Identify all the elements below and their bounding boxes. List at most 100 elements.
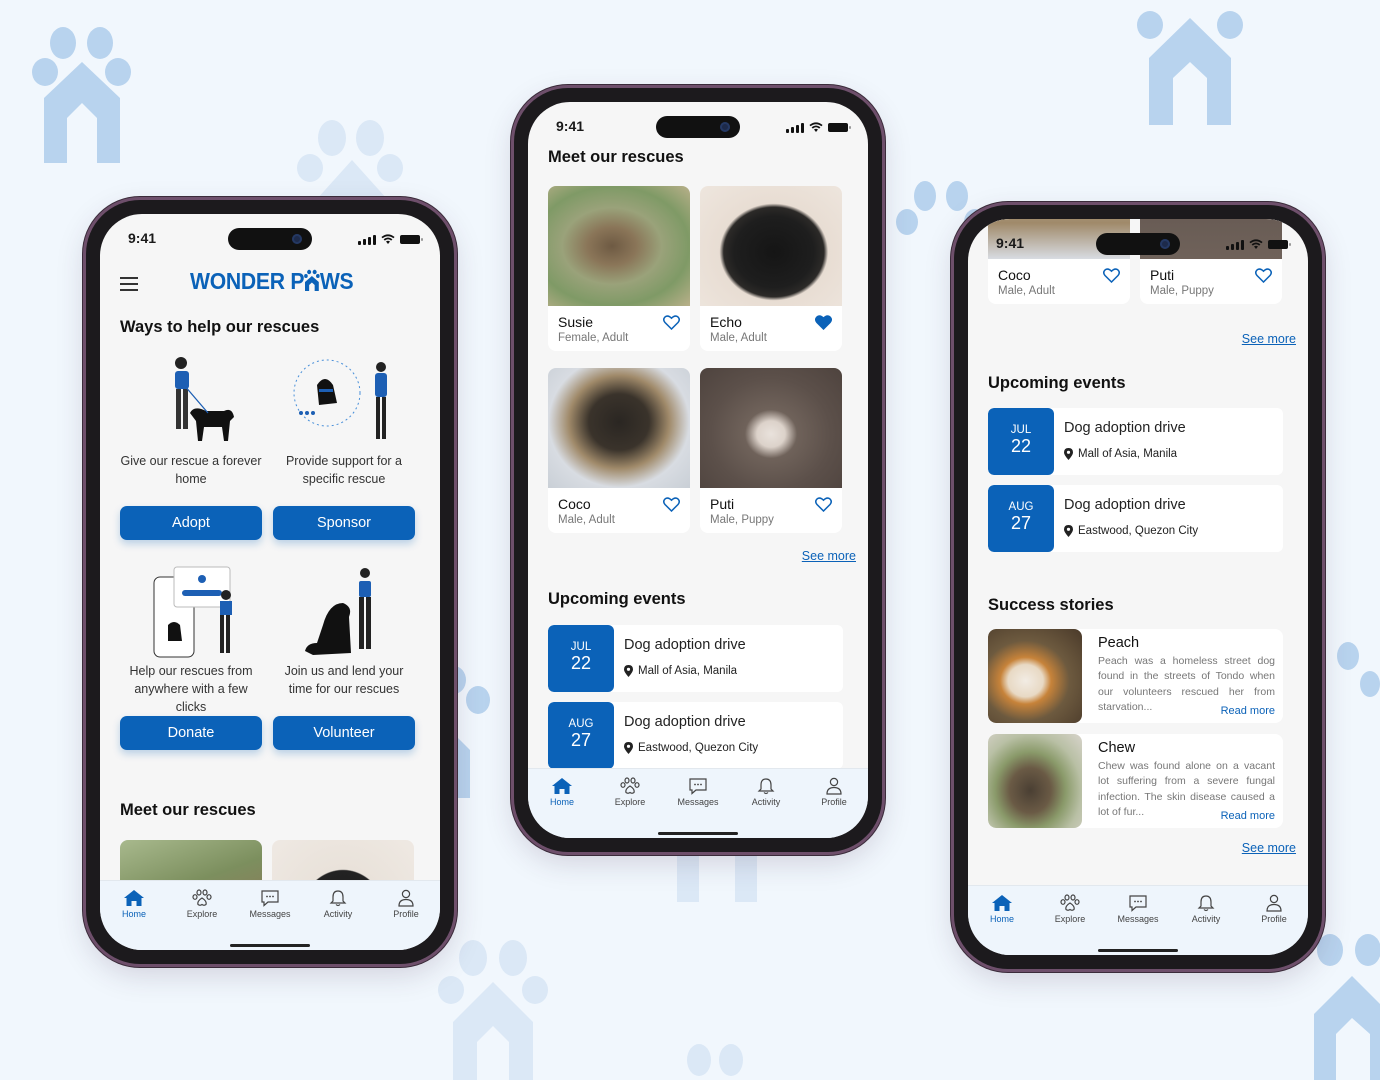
paw-house-bg-icon	[1137, 11, 1243, 125]
rescue-meta: Male, Puppy	[710, 514, 774, 526]
story-card[interactable]: Chew Chew was found alone on a vacant lo…	[988, 734, 1283, 828]
rescue-meta: Male, Adult	[998, 285, 1055, 297]
help-option-text: Provide support for a specific rescue	[285, 454, 403, 486]
nav-home[interactable]: Home	[104, 889, 164, 950]
rescue-card[interactable]: Puti Male, Puppy	[700, 368, 842, 533]
bell-icon	[1197, 895, 1215, 912]
rescue-card[interactable]: Puti Male, Puppy	[1140, 219, 1282, 304]
rescue-photo-susie	[548, 186, 690, 306]
message-icon	[689, 778, 707, 795]
nav-explore[interactable]: Explore	[600, 777, 660, 838]
section-title-meet-rescues: Meet our rescues	[120, 801, 256, 819]
nav-profile[interactable]: Profile	[1244, 894, 1304, 955]
section-title-success-stories: Success stories	[988, 596, 1114, 614]
event-card[interactable]: JUL 22 Dog adoption drive Mall of Asia, M…	[548, 625, 843, 692]
story-name: Peach	[1098, 635, 1140, 651]
rescue-card[interactable]: Echo Male, Adult	[700, 186, 842, 351]
rescue-name: Susie	[558, 314, 594, 330]
donate-button[interactable]: Donate	[120, 716, 262, 750]
nav-messages[interactable]: Messages	[240, 889, 300, 950]
story-photo-peach	[988, 629, 1082, 723]
message-icon	[261, 890, 279, 907]
nav-activity[interactable]: Activity	[1176, 894, 1236, 955]
rescue-meta: Male, Adult	[558, 514, 615, 526]
home-icon	[124, 890, 144, 906]
section-title-ways-to-help: Ways to help our rescues	[120, 318, 320, 336]
see-more-stories-link[interactable]: See more	[1242, 841, 1296, 855]
event-title: Dog adoption drive	[624, 714, 746, 730]
rescue-name: Echo	[710, 314, 742, 330]
sponsor-illustration	[273, 352, 415, 452]
status-time: 9:41	[996, 235, 1025, 251]
event-date-badge: JUL 22	[988, 408, 1054, 475]
paw-a-icon	[304, 269, 320, 291]
story-name: Chew	[1098, 740, 1136, 756]
rescue-card[interactable]: Coco Male, Adult	[988, 219, 1130, 304]
heart-outline-icon[interactable]	[1255, 268, 1272, 283]
battery-icon	[1268, 240, 1291, 249]
heart-outline-icon[interactable]	[663, 315, 680, 330]
help-option-text: Give our rescue a forever home	[120, 454, 262, 486]
volunteer-button[interactable]: Volunteer	[273, 716, 415, 750]
nav-messages[interactable]: Messages	[1108, 894, 1168, 955]
event-location: Eastwood, Quezon City	[624, 742, 758, 754]
bottom-nav: Home Explore Messages Activity Profile	[528, 768, 868, 838]
location-pin-icon	[1064, 448, 1073, 460]
bell-icon	[329, 890, 347, 907]
help-options-grid: Give our rescue a forever home Adopt Pro…	[120, 352, 415, 750]
nav-home[interactable]: Home	[532, 777, 592, 838]
help-option-volunteer: Join us and lend your time for our rescu…	[273, 562, 415, 750]
user-icon	[1266, 894, 1282, 912]
user-icon	[398, 889, 414, 907]
rescue-meta: Male, Adult	[710, 332, 767, 344]
signal-icon	[1226, 239, 1244, 250]
wifi-icon	[381, 234, 395, 244]
rescue-name: Puti	[710, 496, 735, 512]
bell-icon	[757, 778, 775, 795]
heart-outline-icon[interactable]	[1103, 268, 1120, 283]
event-card[interactable]: AUG 27 Dog adoption drive Eastwood, Quezo…	[988, 485, 1283, 552]
read-more-link[interactable]: Read more	[1214, 705, 1275, 717]
help-option-text: Join us and lend your time for our rescu…	[284, 664, 404, 696]
rescue-name: Coco	[558, 496, 591, 512]
event-title: Dog adoption drive	[1064, 420, 1186, 436]
event-card[interactable]: AUG 27 Dog adoption drive Eastwood, Quezo…	[548, 702, 843, 769]
adopt-button[interactable]: Adopt	[120, 506, 262, 540]
read-more-link[interactable]: Read more	[1214, 810, 1275, 822]
heart-outline-icon[interactable]	[815, 497, 832, 512]
heart-outline-icon[interactable]	[663, 497, 680, 512]
sponsor-button[interactable]: Sponsor	[273, 506, 415, 540]
wonder-paws-logo: WONDER P WS	[190, 268, 354, 294]
heart-filled-icon[interactable]	[815, 315, 832, 330]
event-date-badge: JUL 22	[548, 625, 614, 692]
nav-explore[interactable]: Explore	[172, 889, 232, 950]
nav-activity[interactable]: Activity	[308, 889, 368, 950]
paw-icon	[192, 889, 212, 906]
rescue-card[interactable]: Susie Female, Adult	[548, 186, 690, 351]
paw-icon	[620, 777, 640, 794]
home-icon	[992, 895, 1012, 911]
rescue-name: Coco	[998, 267, 1031, 283]
nav-profile[interactable]: Profile	[376, 889, 436, 950]
rescue-card[interactable]: Coco Male, Adult	[548, 368, 690, 533]
nav-activity[interactable]: Activity	[736, 777, 796, 838]
section-title-upcoming-events: Upcoming events	[988, 374, 1126, 392]
event-card[interactable]: JUL 22 Dog adoption drive Mall of Asia, M…	[988, 408, 1283, 475]
nav-messages[interactable]: Messages	[668, 777, 728, 838]
see-more-rescues-link[interactable]: See more	[802, 549, 856, 563]
section-title-upcoming-events: Upcoming events	[548, 590, 686, 608]
hamburger-menu-icon[interactable]	[120, 277, 138, 295]
story-card[interactable]: Peach Peach was a homeless street dog fo…	[988, 629, 1283, 723]
wifi-icon	[1249, 239, 1263, 249]
status-time: 9:41	[128, 230, 157, 246]
paw-house-bg-icon	[1314, 934, 1380, 1080]
event-title: Dog adoption drive	[624, 637, 746, 653]
paw-house-bg-icon	[32, 27, 131, 163]
nav-explore[interactable]: Explore	[1040, 894, 1100, 955]
see-more-rescues-link[interactable]: See more	[1242, 332, 1296, 346]
battery-icon	[828, 123, 851, 132]
nav-home[interactable]: Home	[972, 894, 1032, 955]
rescue-name: Puti	[1150, 267, 1175, 283]
nav-profile[interactable]: Profile	[804, 777, 864, 838]
message-icon	[1129, 895, 1147, 912]
